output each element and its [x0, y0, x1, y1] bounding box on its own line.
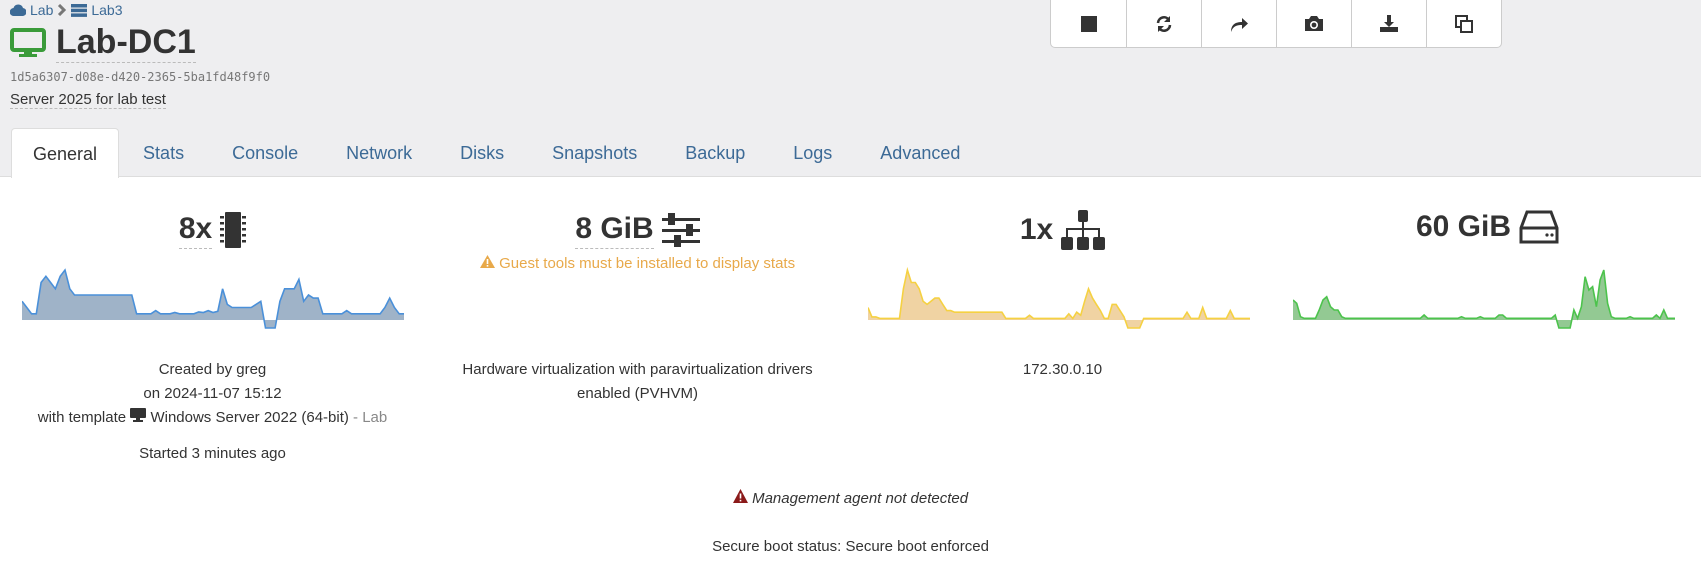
restart-button[interactable] — [1126, 0, 1201, 47]
network-sparkline — [868, 266, 1250, 329]
warning-icon — [479, 255, 495, 268]
sitemap-icon — [1061, 210, 1106, 250]
server-icon — [71, 3, 88, 17]
cpu-stat: 8x — [0, 210, 425, 249]
disk-sparkline-area — [1293, 270, 1675, 328]
tab-general[interactable]: General — [11, 128, 120, 178]
ip-address: 172.30.0.10 — [1022, 361, 1103, 378]
memory-stat: 8 GiB Guest tools must be installed to d… — [425, 210, 850, 272]
download-icon — [1380, 14, 1398, 32]
secure-boot-status: Secure boot status: Secure boot enforced — [712, 538, 989, 555]
cpu-count[interactable]: 8x — [178, 210, 213, 249]
created-by: Created by greg — [158, 361, 267, 378]
migrate-button[interactable] — [1201, 0, 1276, 47]
stop-icon — [1080, 15, 1097, 32]
tab-logs[interactable]: Logs — [769, 128, 856, 178]
breadcrumb: Lab Lab3 — [10, 2, 123, 18]
tab-stats[interactable]: Stats — [119, 128, 208, 178]
tab-bar: General Stats Console Network Disks Snap… — [11, 128, 984, 178]
started-time: Started 3 minutes ago — [139, 445, 286, 462]
export-button[interactable] — [1351, 0, 1426, 47]
guest-tools-warning: Guest tools must be installed to display… — [425, 255, 850, 272]
template-info: with template Windows Server 2022 (64-bi… — [37, 408, 388, 426]
vm-monitor-icon — [130, 408, 147, 422]
disk-sparkline — [1293, 269, 1675, 329]
toolbar — [1050, 0, 1502, 48]
stop-button[interactable] — [1051, 0, 1126, 47]
management-warning: Management agent not detected — [0, 487, 1701, 511]
camera-icon — [1305, 16, 1323, 31]
tab-advanced[interactable]: Advanced — [856, 128, 984, 178]
network-sparkline-area — [868, 270, 1250, 328]
header: Lab Lab3 Lab-DC1 1d5a6307-d08e-d420-2365… — [0, 0, 1701, 178]
cloud-icon — [10, 4, 26, 16]
virtualization-mode: Hardware virtualization with paravirtual… — [462, 361, 813, 402]
cpu-sparkline — [22, 268, 404, 329]
chevron-right-icon — [58, 4, 67, 16]
network-count: 1x — [1019, 213, 1054, 246]
breadcrumb-pool[interactable]: Lab — [30, 2, 53, 18]
warning-icon — [732, 489, 748, 503]
tab-network[interactable]: Network — [322, 128, 436, 178]
breadcrumb-host[interactable]: Lab3 — [91, 2, 122, 18]
memory-size[interactable]: 8 GiB — [575, 210, 654, 249]
creation-info: Created by greg on 2024-11-07 15:12 with… — [0, 358, 425, 466]
network-stat: 1x — [850, 210, 1275, 250]
disk-stat: 60 GiB — [1275, 210, 1700, 244]
copy-icon — [1455, 14, 1473, 33]
cpu-sparkline-area — [22, 270, 404, 328]
tab-snapshots[interactable]: Snapshots — [528, 128, 661, 178]
copy-button[interactable] — [1426, 0, 1501, 47]
disk-size: 60 GiB — [1415, 210, 1512, 243]
share-icon — [1231, 17, 1248, 32]
snapshot-button[interactable] — [1276, 0, 1351, 47]
sliders-icon — [661, 212, 700, 247]
cpu-icon — [220, 211, 247, 248]
tab-disks[interactable]: Disks — [436, 128, 528, 178]
vm-description[interactable]: Server 2025 for lab test — [10, 91, 166, 109]
vm-uuid: 1d5a6307-d08e-d420-2365-5ba1fd48f9f0 — [10, 70, 271, 84]
hdd-icon — [1519, 210, 1559, 244]
tab-backup[interactable]: Backup — [661, 128, 769, 178]
vm-monitor-icon — [10, 27, 46, 57]
refresh-icon — [1156, 15, 1172, 32]
vm-name[interactable]: Lab-DC1 — [56, 22, 196, 63]
tab-console[interactable]: Console — [208, 128, 322, 178]
created-on: on 2024-11-07 15:12 — [143, 385, 282, 402]
template-link[interactable]: Windows Server 2022 (64-bit) — [150, 409, 348, 426]
